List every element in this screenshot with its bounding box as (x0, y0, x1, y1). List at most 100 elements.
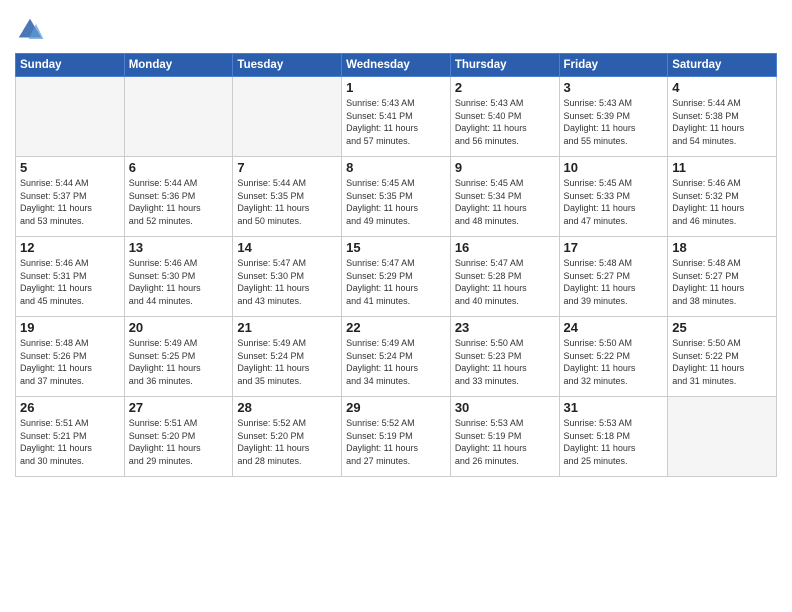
cell-details: Sunrise: 5:50 AM Sunset: 5:22 PM Dayligh… (564, 337, 664, 387)
cell-details: Sunrise: 5:43 AM Sunset: 5:41 PM Dayligh… (346, 97, 446, 147)
day-number: 1 (346, 80, 446, 95)
calendar-cell: 12 Sunrise: 5:46 AM Sunset: 5:31 PM Dayli… (16, 237, 125, 317)
cell-details: Sunrise: 5:48 AM Sunset: 5:27 PM Dayligh… (564, 257, 664, 307)
calendar-cell: 6 Sunrise: 5:44 AM Sunset: 5:36 PM Daylig… (124, 157, 233, 237)
cell-details: Sunrise: 5:45 AM Sunset: 5:35 PM Dayligh… (346, 177, 446, 227)
calendar-cell (668, 397, 777, 477)
day-number: 11 (672, 160, 772, 175)
cell-details: Sunrise: 5:47 AM Sunset: 5:29 PM Dayligh… (346, 257, 446, 307)
day-number: 24 (564, 320, 664, 335)
calendar-cell: 11 Sunrise: 5:46 AM Sunset: 5:32 PM Dayli… (668, 157, 777, 237)
day-number: 25 (672, 320, 772, 335)
calendar-cell: 17 Sunrise: 5:48 AM Sunset: 5:27 PM Dayli… (559, 237, 668, 317)
calendar-week-row: 1 Sunrise: 5:43 AM Sunset: 5:41 PM Daylig… (16, 77, 777, 157)
day-number: 14 (237, 240, 337, 255)
cell-details: Sunrise: 5:43 AM Sunset: 5:39 PM Dayligh… (564, 97, 664, 147)
calendar-cell: 14Sunrise: 5:47 AM Sunset: 5:30 PM Dayli… (233, 237, 342, 317)
calendar-cell: 22 Sunrise: 5:49 AM Sunset: 5:24 PM Dayli… (342, 317, 451, 397)
calendar-cell (233, 77, 342, 157)
weekday-header: Wednesday (342, 54, 451, 77)
cell-details: Sunrise: 5:53 AM Sunset: 5:19 PM Dayligh… (455, 417, 555, 467)
day-number: 26 (20, 400, 120, 415)
page-container: SundayMondayTuesdayWednesdayThursdayFrid… (0, 0, 792, 487)
cell-details: Sunrise: 5:52 AM Sunset: 5:20 PM Dayligh… (237, 417, 337, 467)
cell-details: Sunrise: 5:47 AM Sunset: 5:28 PM Dayligh… (455, 257, 555, 307)
cell-details: Sunrise: 5:49 AM Sunset: 5:24 PM Dayligh… (237, 337, 337, 387)
day-number: 27 (129, 400, 229, 415)
cell-details: Sunrise: 5:46 AM Sunset: 5:32 PM Dayligh… (672, 177, 772, 227)
cell-details: Sunrise: 5:46 AM Sunset: 5:31 PM Dayligh… (20, 257, 120, 307)
cell-details: Sunrise: 5:44 AM Sunset: 5:38 PM Dayligh… (672, 97, 772, 147)
cell-details: Sunrise: 5:44 AM Sunset: 5:36 PM Dayligh… (129, 177, 229, 227)
calendar-week-row: 26Sunrise: 5:51 AM Sunset: 5:21 PM Dayli… (16, 397, 777, 477)
calendar-cell: 2 Sunrise: 5:43 AM Sunset: 5:40 PM Daylig… (450, 77, 559, 157)
weekday-header: Tuesday (233, 54, 342, 77)
calendar-cell: 16 Sunrise: 5:47 AM Sunset: 5:28 PM Dayli… (450, 237, 559, 317)
weekday-header: Thursday (450, 54, 559, 77)
day-number: 20 (129, 320, 229, 335)
calendar-cell (124, 77, 233, 157)
day-number: 8 (346, 160, 446, 175)
cell-details: Sunrise: 5:43 AM Sunset: 5:40 PM Dayligh… (455, 97, 555, 147)
calendar-cell: 10 Sunrise: 5:45 AM Sunset: 5:33 PM Dayli… (559, 157, 668, 237)
day-number: 6 (129, 160, 229, 175)
calendar-cell: 28 Sunrise: 5:52 AM Sunset: 5:20 PM Dayli… (233, 397, 342, 477)
day-number: 9 (455, 160, 555, 175)
cell-details: Sunrise: 5:48 AM Sunset: 5:27 PM Dayligh… (672, 257, 772, 307)
calendar-cell: 31 Sunrise: 5:53 AM Sunset: 5:18 PM Dayli… (559, 397, 668, 477)
calendar-cell: 7 Sunrise: 5:44 AM Sunset: 5:35 PM Daylig… (233, 157, 342, 237)
calendar-cell: 24 Sunrise: 5:50 AM Sunset: 5:22 PM Dayli… (559, 317, 668, 397)
calendar-cell: 21 Sunrise: 5:49 AM Sunset: 5:24 PM Dayli… (233, 317, 342, 397)
cell-details: Sunrise: 5:49 AM Sunset: 5:24 PM Dayligh… (346, 337, 446, 387)
day-number: 3 (564, 80, 664, 95)
calendar-cell: 23 Sunrise: 5:50 AM Sunset: 5:23 PM Dayli… (450, 317, 559, 397)
day-number: 18 (672, 240, 772, 255)
cell-details: Sunrise: 5:44 AM Sunset: 5:37 PM Dayligh… (20, 177, 120, 227)
day-number: 17 (564, 240, 664, 255)
day-number: 15 (346, 240, 446, 255)
cell-details: Sunrise: 5:52 AM Sunset: 5:19 PM Dayligh… (346, 417, 446, 467)
calendar-week-row: 12 Sunrise: 5:46 AM Sunset: 5:31 PM Dayli… (16, 237, 777, 317)
calendar-week-row: 19 Sunrise: 5:48 AM Sunset: 5:26 PM Dayli… (16, 317, 777, 397)
calendar-week-row: 5 Sunrise: 5:44 AM Sunset: 5:37 PM Daylig… (16, 157, 777, 237)
cell-details: Sunrise: 5:49 AM Sunset: 5:25 PM Dayligh… (129, 337, 229, 387)
cell-details: Sunrise: 5:48 AM Sunset: 5:26 PM Dayligh… (20, 337, 120, 387)
calendar-cell: 9 Sunrise: 5:45 AM Sunset: 5:34 PM Daylig… (450, 157, 559, 237)
day-number: 2 (455, 80, 555, 95)
day-number: 31 (564, 400, 664, 415)
logo (15, 15, 48, 45)
weekday-header: Saturday (668, 54, 777, 77)
weekday-header: Sunday (16, 54, 125, 77)
cell-details: Sunrise: 5:45 AM Sunset: 5:34 PM Dayligh… (455, 177, 555, 227)
day-number: 10 (564, 160, 664, 175)
cell-details: Sunrise: 5:45 AM Sunset: 5:33 PM Dayligh… (564, 177, 664, 227)
day-number: 19 (20, 320, 120, 335)
calendar-cell: 25 Sunrise: 5:50 AM Sunset: 5:22 PM Dayli… (668, 317, 777, 397)
cell-details: Sunrise: 5:44 AM Sunset: 5:35 PM Dayligh… (237, 177, 337, 227)
weekday-header-row: SundayMondayTuesdayWednesdayThursdayFrid… (16, 54, 777, 77)
calendar-cell: 8 Sunrise: 5:45 AM Sunset: 5:35 PM Daylig… (342, 157, 451, 237)
day-number: 21 (237, 320, 337, 335)
cell-details: Sunrise: 5:50 AM Sunset: 5:23 PM Dayligh… (455, 337, 555, 387)
day-number: 12 (20, 240, 120, 255)
calendar-table: SundayMondayTuesdayWednesdayThursdayFrid… (15, 53, 777, 477)
calendar-cell (16, 77, 125, 157)
day-number: 16 (455, 240, 555, 255)
calendar-cell: 13Sunrise: 5:46 AM Sunset: 5:30 PM Dayli… (124, 237, 233, 317)
day-number: 28 (237, 400, 337, 415)
day-number: 13 (129, 240, 229, 255)
logo-icon (15, 15, 45, 45)
calendar-cell: 18 Sunrise: 5:48 AM Sunset: 5:27 PM Dayli… (668, 237, 777, 317)
cell-details: Sunrise: 5:50 AM Sunset: 5:22 PM Dayligh… (672, 337, 772, 387)
day-number: 7 (237, 160, 337, 175)
weekday-header: Friday (559, 54, 668, 77)
day-number: 29 (346, 400, 446, 415)
day-number: 5 (20, 160, 120, 175)
calendar-cell: 29 Sunrise: 5:52 AM Sunset: 5:19 PM Dayli… (342, 397, 451, 477)
calendar-cell: 1 Sunrise: 5:43 AM Sunset: 5:41 PM Daylig… (342, 77, 451, 157)
day-number: 23 (455, 320, 555, 335)
calendar-cell: 30 Sunrise: 5:53 AM Sunset: 5:19 PM Dayli… (450, 397, 559, 477)
day-number: 22 (346, 320, 446, 335)
cell-details: Sunrise: 5:53 AM Sunset: 5:18 PM Dayligh… (564, 417, 664, 467)
day-number: 30 (455, 400, 555, 415)
